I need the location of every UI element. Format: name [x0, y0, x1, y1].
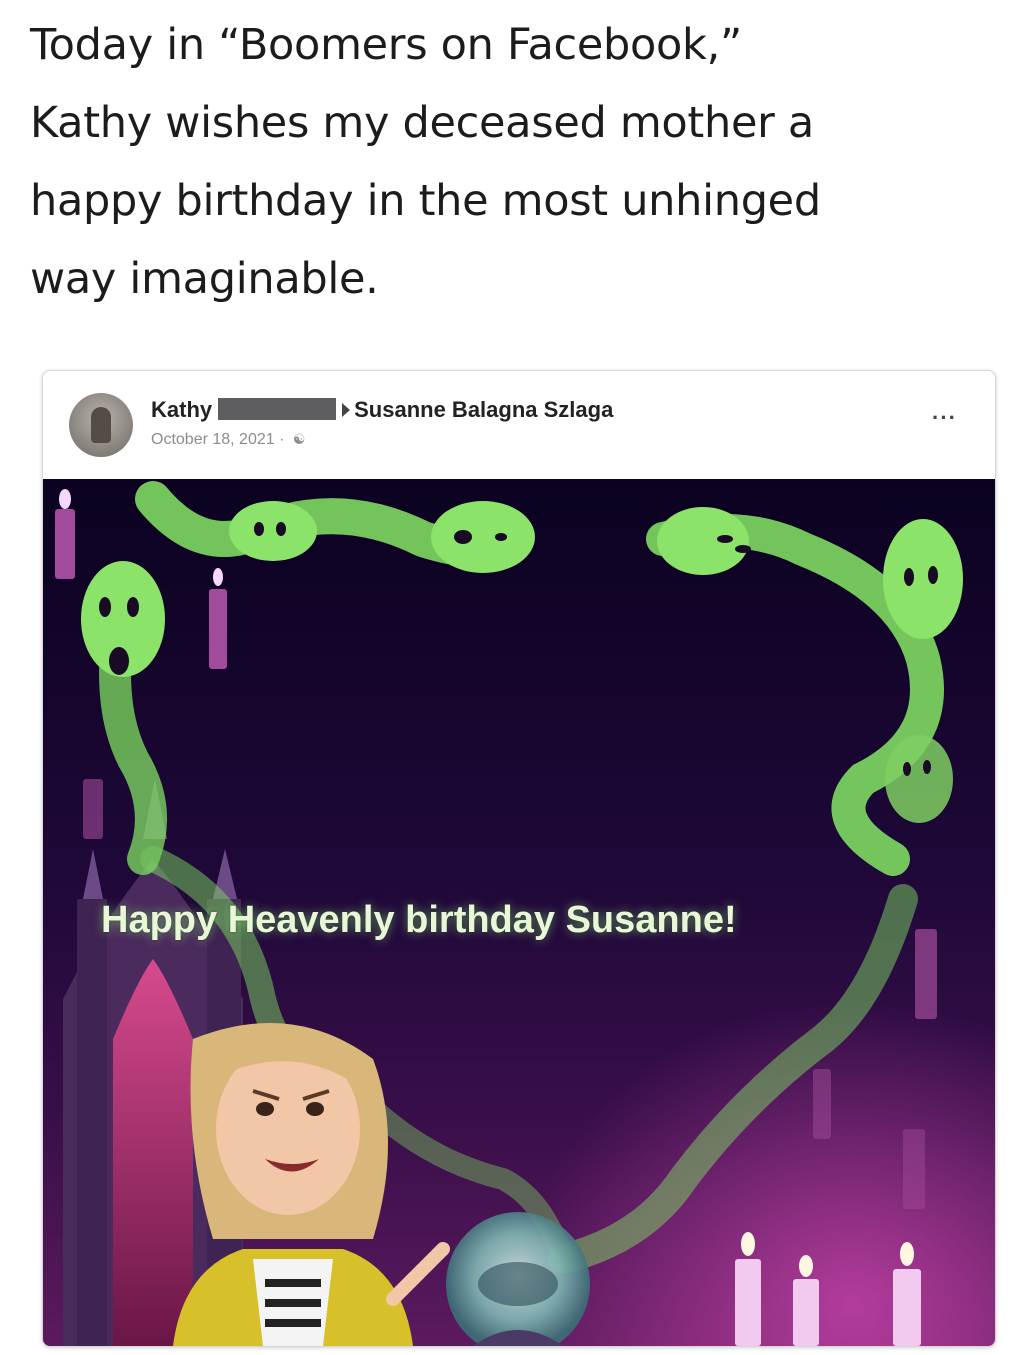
- recipient-name[interactable]: Susanne Balagna Szlaga: [354, 397, 613, 422]
- caption-line: Kathy wishes my deceased mother a: [30, 98, 814, 148]
- facebook-post-card: Kathy Susanne Balagna Szlaga October 18, …: [42, 370, 996, 1347]
- post-caption: Today in “Boomers on Facebook,” Kathy wi…: [30, 6, 990, 318]
- post-image[interactable]: Happy Heavenly birthday Susanne!: [43, 479, 995, 1346]
- arrow-icon: [342, 403, 351, 417]
- birthday-message: Happy Heavenly birthday Susanne!: [101, 899, 737, 941]
- avatar-figure: [91, 407, 111, 443]
- caption-line: way imaginable.: [30, 254, 379, 304]
- post-names: Kathy Susanne Balagna Szlaga: [151, 397, 613, 423]
- caption-line: happy birthday in the most unhinged: [30, 176, 821, 226]
- post-date[interactable]: October 18, 2021 ·: [151, 431, 284, 448]
- post-header: Kathy Susanne Balagna Szlaga October 18, …: [43, 371, 995, 479]
- caption-line: Today in “Boomers on Facebook,”: [30, 20, 742, 70]
- author-name[interactable]: Kathy: [151, 397, 212, 422]
- author-avatar[interactable]: [69, 393, 133, 457]
- more-options-button[interactable]: ···: [932, 405, 957, 431]
- redaction-bar: [218, 398, 337, 420]
- friends-icon[interactable]: ☯: [293, 431, 306, 448]
- post-meta: October 18, 2021 · ☯: [151, 431, 305, 449]
